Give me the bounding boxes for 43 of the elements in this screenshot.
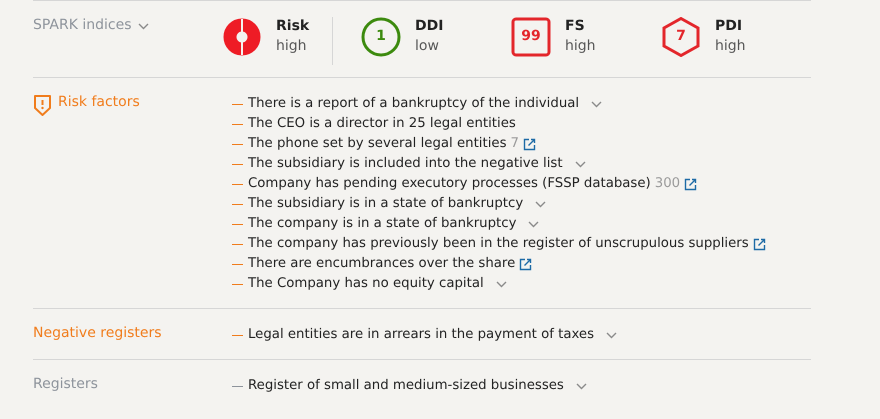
factor-text: The phone set by several legal entities [248,135,506,153]
factor-text: There are encumbrances over the share [248,255,516,273]
index-value: 99 [520,28,542,44]
external-link-icon[interactable] [684,178,698,190]
chevron-icon[interactable] [535,200,546,208]
index-name: PDI [715,18,744,34]
index-name: DDI [415,18,444,34]
section-label[interactable]: SPARK indices [33,17,132,33]
factor-text: There is a report of a bankruptcy of the individual [248,95,580,113]
section-title: Registers [33,376,98,392]
factor-count: 300 [654,175,680,193]
factor-text: Register of small and medium-sized businesses [248,377,564,395]
chevron-icon[interactable] [591,100,602,108]
section-title: Risk factors [58,94,140,110]
factor-text: The company has previously been in the register of unscrupulous suppliers [248,235,749,253]
factor-text: The CEO is a director in 25 legal entities [248,115,516,133]
factor-count: 7 [510,135,519,153]
index-rating: high [276,38,308,54]
index-value: 7 [675,28,687,44]
external-link-icon[interactable] [522,138,536,150]
chevron-icon[interactable] [496,280,507,288]
index-name: Risk [276,18,310,34]
chevron-icon[interactable] [528,220,540,228]
chevron-icon[interactable] [606,332,618,338]
index-name: FS [565,18,586,34]
factor-text: Legal entities are in arrears in the payment of taxes [248,326,594,344]
section-title: Negative registers [33,325,162,341]
factor-text: Company has pending executory processes (FSSP database) [248,175,651,193]
shield-alert-icon [33,94,52,117]
index-rating: high [715,38,746,54]
factor-text: The subsidiary is in a state of bankruptcy [248,195,524,213]
index-value: 1 [375,28,387,44]
chevron-icon[interactable] [576,382,587,390]
chevron-icon[interactable] [138,23,149,30]
dash-icon [232,334,243,336]
chevron-icon[interactable] [574,160,586,168]
index-rating: high [565,38,596,54]
external-link-icon[interactable] [519,258,532,270]
factor-text: The company is in a state of bankruptcy [248,215,516,233]
factor-text: The subsidiary is included into the negative list [248,155,563,173]
external-link-icon[interactable] [752,238,766,250]
factor-text: The Company has no equity capital [248,275,484,293]
index-rating: low [415,38,440,54]
